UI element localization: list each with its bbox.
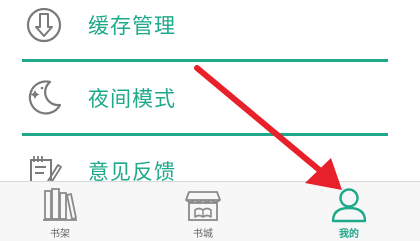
tab-label: 书架 [50, 229, 70, 240]
tab-label: 书城 [193, 229, 213, 240]
tab-bookstore[interactable]: 书城 [153, 182, 253, 241]
tab-mine[interactable]: 我的 [299, 182, 399, 241]
download-circle-icon [26, 7, 62, 43]
bottom-tab-bar: 书架 书城 我的 [0, 181, 420, 241]
menu-item-label: 缓存管理 [88, 14, 176, 38]
tab-label: 我的 [339, 229, 359, 240]
menu-item-night-mode[interactable]: 夜间模式 [0, 73, 420, 123]
divider [22, 133, 388, 136]
bookshelf-icon [43, 188, 77, 221]
menu-item-cache-management[interactable]: 缓存管理 [0, 0, 420, 50]
tab-bookshelf[interactable]: 书架 [10, 182, 110, 241]
bookstore-icon [185, 191, 221, 221]
moon-icon [28, 80, 62, 115]
user-profile-icon [331, 188, 367, 223]
menu-item-label: 夜间模式 [88, 87, 176, 111]
divider [22, 59, 388, 62]
